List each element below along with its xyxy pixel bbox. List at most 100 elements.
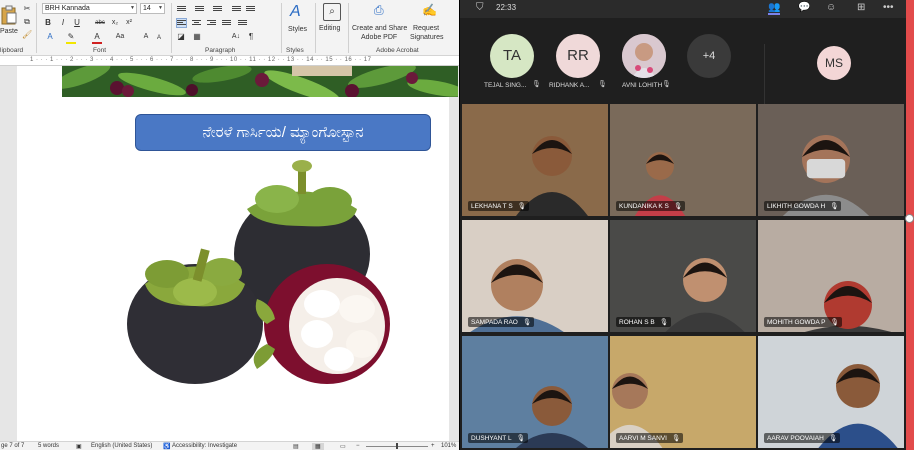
styles-button[interactable]: A Styles (285, 3, 313, 43)
resize-handle[interactable] (905, 214, 914, 223)
strikethrough-button[interactable]: abc (95, 18, 105, 28)
paste-button[interactable]: Paste (0, 3, 20, 43)
document-area[interactable]: ನೇರಳೆ ಗಾರ್ಸಿಯ/ ಮ್ಯಾಂಗೋಸ್ಟಾನ (0, 66, 459, 441)
italic-button[interactable]: I (58, 18, 68, 28)
web-layout-icon[interactable]: ▭ (340, 443, 346, 450)
accessibility-icon[interactable]: ♿ (163, 443, 170, 450)
document-page[interactable]: ನೇರಳೆ ಗಾರ್ಸಿಯ/ ಮ್ಯಾಂಗೋಸ್ಟಾನ (17, 66, 458, 441)
participant-name: AARVI M SANVI (619, 435, 667, 442)
participant-name: TEJAL SING... (484, 82, 527, 89)
leaf-banner-image (62, 66, 458, 97)
shrink-font-icon[interactable]: A (154, 33, 164, 43)
change-case-icon[interactable]: Aa (115, 32, 125, 42)
superscript-button[interactable]: x² (124, 18, 134, 28)
font-name-dropdown[interactable]: BRH Kannada ▼ (42, 3, 137, 14)
show-marks-icon[interactable]: ¶ (246, 32, 256, 42)
video-tile[interactable]: LIKHITH GOWDA H 🎙 (758, 104, 904, 216)
bold-button[interactable]: B (43, 18, 53, 28)
overflow-count: +4 (702, 50, 716, 62)
create-share-pdf-button[interactable]: ⎙ Create and Share Adobe PDF (351, 3, 411, 43)
copy-icon[interactable]: ⧉ (22, 17, 32, 27)
font-size-dropdown[interactable]: 14 ▼ (140, 3, 165, 14)
video-tile[interactable]: KUNDANIKA K S 🎙 (610, 104, 756, 216)
breakout-rooms-icon[interactable]: ⊞ (857, 2, 865, 13)
separator (281, 3, 282, 53)
focus-icon[interactable]: ▤ (293, 443, 299, 450)
video-tile[interactable]: AARVI M SANVI 🎙 (610, 336, 756, 448)
shading-icon[interactable]: ◪ (176, 32, 186, 42)
font-name-value: BRH Kannada (45, 5, 90, 12)
video-tile[interactable]: LEKHANA T S 🎙 (462, 104, 608, 216)
participant-name: MOHITH GOWDA P (767, 319, 826, 326)
align-right-icon[interactable] (207, 19, 216, 27)
video-tile[interactable]: MOHITH GOWDA P 🎙 (758, 220, 904, 332)
adobe-group-label: Adobe Acrobat (376, 47, 419, 54)
editing-button[interactable]: ⌕ Editing (318, 3, 346, 43)
print-layout-icon[interactable]: ▦ (312, 443, 324, 450)
zoom-level[interactable]: 101% (441, 443, 456, 449)
video-feed-image (665, 258, 745, 332)
chevron-down-icon: ▼ (130, 5, 135, 11)
decrease-indent-icon[interactable] (232, 5, 241, 13)
participants-icon[interactable]: 👥 (768, 2, 781, 15)
multilevel-list-icon[interactable] (213, 5, 222, 13)
participant-name-label: DUSHYANT L 🎙 (468, 433, 528, 443)
participant-name: DUSHYANT L (471, 435, 512, 442)
video-tile[interactable]: AARAV POOVAIAH 🎙 (758, 336, 904, 448)
sort-icon[interactable]: A↓ (231, 32, 241, 42)
proofing-icon[interactable]: ▣ (76, 443, 82, 450)
font-color-icon[interactable]: A (92, 32, 102, 44)
numbering-icon[interactable] (195, 5, 204, 13)
search-icon: ⌕ (323, 3, 341, 21)
language[interactable]: English (United States) (91, 443, 152, 449)
separator (348, 3, 349, 53)
page-count[interactable]: ge 7 of 7 (1, 443, 24, 449)
meeting-timer: 22:33 (496, 3, 517, 12)
more-options-icon[interactable]: ••• (883, 2, 894, 13)
participant-name: AVNI LOHITH (622, 82, 663, 89)
participant-name: RIDHANK A... (549, 82, 590, 89)
mic-muted-icon: 🎙 (516, 435, 525, 442)
mangosteen-image (127, 160, 390, 384)
bullets-icon[interactable] (177, 5, 186, 13)
request-signatures-button[interactable]: ✍ Request Signatures (410, 3, 450, 43)
video-tile[interactable]: ROHAN S B 🎙 (610, 220, 756, 332)
avatar-initials: TA (502, 47, 522, 64)
accessibility-status[interactable]: Accessibility: Investigate (172, 443, 237, 449)
format-painter-icon[interactable]: 🖌 (22, 30, 32, 40)
justify-icon[interactable] (222, 19, 231, 27)
zoom-slider-thumb[interactable] (396, 443, 398, 449)
underline-button[interactable]: U (72, 18, 82, 28)
avatar: TA (490, 34, 534, 78)
align-left-icon[interactable] (176, 18, 187, 28)
increase-indent-icon[interactable] (246, 5, 255, 13)
video-tile[interactable]: DUSHYANT L 🎙 (462, 336, 608, 448)
highlight-icon[interactable]: ✎ (66, 32, 76, 44)
text-effects-icon[interactable]: A (45, 32, 55, 42)
word-window: Paste ✂ ⧉ 🖌 lipboard BRH Kannada ▼ 14 ▼ B … (0, 0, 459, 450)
avatar-initials: MS (825, 56, 843, 70)
chat-icon[interactable]: 💬 (798, 2, 810, 13)
ruler[interactable]: 1 · · · 1 · · · 2 · · · 3 · · · 4 · · · … (0, 56, 459, 66)
participant-name: LEKHANA T S (471, 203, 513, 210)
cut-icon[interactable]: ✂ (22, 4, 32, 14)
font-group-label: Font (93, 47, 107, 54)
zoom-out-icon[interactable]: − (356, 443, 360, 449)
screen: Paste ✂ ⧉ 🖌 lipboard BRH Kannada ▼ 14 ▼ B … (0, 0, 914, 450)
shield-icon[interactable]: ⛉ (476, 2, 484, 13)
participant-name-label: SAMPADA RAO 🎙 (468, 317, 535, 327)
video-tile[interactable]: SAMPADA RAO 🎙 (462, 220, 608, 332)
create-share-line1: Create and Share (352, 25, 408, 32)
grow-font-icon[interactable]: A (141, 32, 151, 42)
subscript-button[interactable]: x₂ (110, 18, 120, 28)
window-edge (906, 0, 914, 450)
line-spacing-icon[interactable] (238, 19, 247, 27)
word-count[interactable]: 5 words (38, 443, 59, 449)
paste-label: Paste (0, 28, 18, 35)
borders-icon[interactable]: ▦ (192, 32, 202, 42)
document-title-box[interactable]: ನೇರಳೆ ಗಾರ್ಸಿಯ/ ಮ್ಯಾಂಗೋಸ್ಟಾನ (135, 114, 431, 151)
align-center-icon[interactable] (192, 19, 201, 27)
mic-muted-icon: 🎙 (673, 203, 683, 210)
reactions-icon[interactable]: ☺ (826, 2, 836, 13)
zoom-in-icon[interactable]: + (431, 443, 435, 449)
